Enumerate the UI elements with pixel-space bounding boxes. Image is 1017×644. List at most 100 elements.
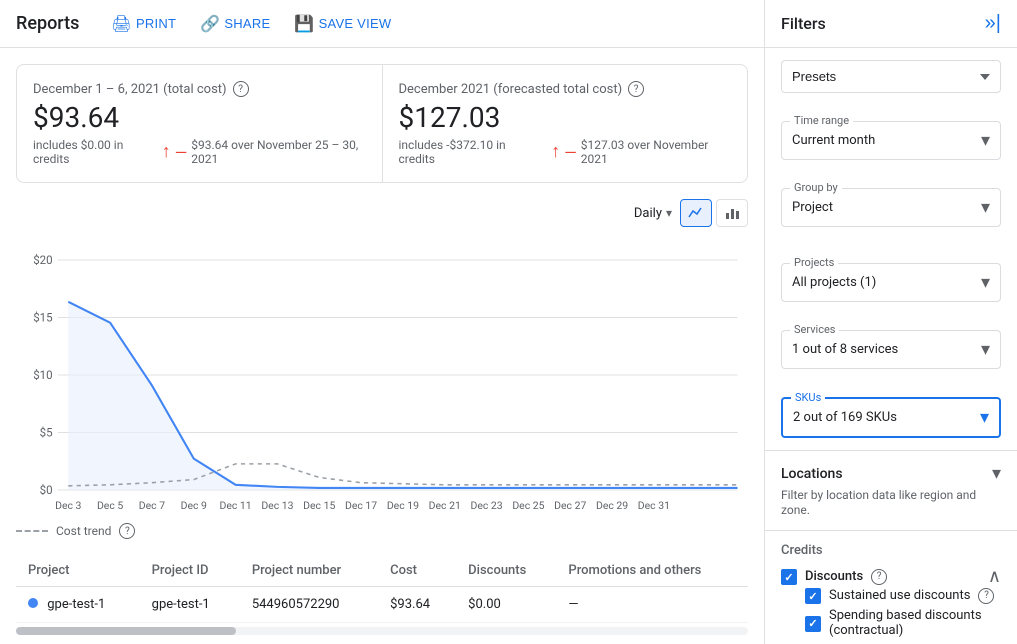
chart-container: $20 $15 $10 $5 $0 Dec 3 Dec 5 Dec 7 Dec … [16, 235, 748, 515]
discounts-header: Discounts ? ∧ [781, 566, 1001, 587]
chevron-down-group-icon: ▾ [981, 197, 990, 218]
bar-chart-button[interactable] [716, 199, 748, 227]
help-icon-sustained[interactable]: ? [978, 588, 994, 604]
chart-header: Daily ▾ [16, 199, 748, 227]
filter-group-by-section: Group by Project ▾ [765, 172, 1017, 239]
credits-title: Credits [781, 543, 1001, 558]
svg-text:Dec 15: Dec 15 [303, 499, 335, 512]
scrollbar-thumb [16, 627, 236, 635]
chevron-down-locations-icon: ▾ [992, 463, 1001, 484]
summary-card-title-actual: December 1 – 6, 2021 (total cost) ? [33, 81, 366, 97]
legend-label: Cost trend [56, 524, 111, 538]
table-header: Project Project ID Project number Cost D… [16, 555, 748, 587]
skus-value[interactable]: 2 out of 169 SKUs ▾ [783, 399, 999, 436]
filters-header: Filters »| [765, 0, 1017, 48]
svg-text:Dec 25: Dec 25 [512, 499, 544, 512]
time-range-label: Time range [790, 114, 853, 127]
discounts-label: Discounts [805, 569, 863, 584]
summary-card-title-forecast: December 2021 (forecasted total cost) ? [399, 81, 732, 97]
svg-text:Dec 7: Dec 7 [139, 499, 165, 512]
daily-select[interactable]: Daily ▾ [634, 206, 672, 221]
discounts-sub-rows: Sustained use discounts ? Spending based… [805, 587, 1001, 644]
line-chart-icon [688, 205, 704, 221]
chevron-down-icon: ▾ [666, 206, 672, 220]
collapse-discounts-icon[interactable]: ∧ [988, 566, 1001, 587]
svg-text:$15: $15 [33, 311, 53, 325]
svg-text:Dec 3: Dec 3 [55, 499, 81, 512]
filter-locations-section: Locations ▾ Filter by location data like… [765, 450, 1017, 530]
discounts-left: Discounts ? [781, 568, 887, 585]
help-icon-discounts[interactable]: ? [871, 569, 887, 585]
help-icon-chart[interactable]: ? [119, 523, 135, 539]
presets-select[interactable]: Presets [781, 60, 1001, 93]
cell-project: gpe-test-1 [16, 587, 140, 623]
print-icon: 🖨 [111, 14, 132, 34]
group-by-value[interactable]: Project ▾ [782, 189, 1000, 226]
locations-header[interactable]: Locations ▾ [781, 463, 1001, 484]
help-icon-actual[interactable]: ? [233, 81, 249, 97]
skus-label: SKUs [791, 391, 825, 404]
forecast-includes: includes -$372.10 in credits [399, 138, 540, 166]
time-range-group: Time range Current month ▾ [781, 121, 1001, 160]
page-title: Reports [16, 13, 79, 34]
time-range-value[interactable]: Current month ▾ [782, 122, 1000, 159]
line-chart-button[interactable] [680, 199, 712, 227]
col-project: Project [16, 555, 140, 587]
main-panel: Reports 🖨 PRINT 🔗 SHARE 💾 SAVE VIEW Dece… [0, 0, 765, 644]
col-promotions: Promotions and others [556, 555, 748, 587]
chevron-down-icon: ▾ [981, 130, 990, 151]
filter-credits-section: Credits Discounts ? ∧ Sustained use disc… [765, 530, 1017, 644]
save-view-button[interactable]: 💾 SAVE VIEW [286, 10, 399, 38]
group-by-label: Group by [790, 181, 842, 194]
svg-text:Dec 11: Dec 11 [220, 499, 252, 512]
help-icon-forecast[interactable]: ? [628, 81, 644, 97]
actual-change: ↑ — $93.64 over November 25 – 30, 2021 [162, 138, 366, 166]
filters-collapse-button[interactable]: »| [985, 12, 1001, 35]
svg-text:Dec 27: Dec 27 [554, 499, 586, 512]
data-table: Project Project ID Project number Cost D… [16, 555, 748, 623]
chevron-down-skus-icon: ▾ [980, 407, 989, 428]
discounts-checkbox[interactable] [781, 569, 797, 585]
sustained-use-label: Sustained use discounts [829, 588, 970, 603]
col-cost: Cost [378, 555, 456, 587]
svg-text:$10: $10 [33, 368, 52, 382]
summary-row: December 1 – 6, 2021 (total cost) ? $93.… [16, 64, 748, 183]
group-by-group: Group by Project ▾ [781, 188, 1001, 227]
svg-text:Dec 29: Dec 29 [596, 499, 628, 512]
skus-group: SKUs 2 out of 169 SKUs ▾ [781, 397, 1001, 438]
projects-value[interactable]: All projects (1) ▾ [782, 264, 1000, 301]
services-value[interactable]: 1 out of 8 services ▾ [782, 331, 1000, 368]
col-discounts: Discounts [456, 555, 556, 587]
filter-projects-section: Projects All projects (1) ▾ [765, 247, 1017, 314]
share-button[interactable]: 🔗 SHARE [192, 10, 278, 38]
top-bar: Reports 🖨 PRINT 🔗 SHARE 💾 SAVE VIEW [0, 0, 764, 48]
filter-services-section: Services 1 out of 8 services ▾ [765, 314, 1017, 381]
svg-text:Dec 17: Dec 17 [345, 499, 377, 512]
services-label: Services [790, 323, 839, 336]
filters-panel: Filters »| Presets Time range Current mo… [765, 0, 1017, 644]
actual-change-text: $93.64 over November 25 – 30, 2021 [191, 138, 365, 166]
table-row[interactable]: gpe-test-1 gpe-test-1 544960572290 $93.6… [16, 587, 748, 623]
cell-discounts: $0.00 [456, 587, 556, 623]
svg-text:$5: $5 [40, 426, 53, 440]
sustained-use-checkbox[interactable] [805, 588, 821, 604]
spending-based-checkbox[interactable] [805, 616, 821, 632]
chart-svg: $20 $15 $10 $5 $0 Dec 3 Dec 5 Dec 7 Dec … [16, 235, 748, 515]
filter-presets-section: Presets [765, 48, 1017, 105]
summary-card-forecast: December 2021 (forecasted total cost) ? … [383, 65, 748, 182]
print-button[interactable]: 🖨 PRINT [103, 10, 184, 38]
svg-text:Dec 13: Dec 13 [261, 499, 293, 512]
forecast-change: ↑ — $127.03 over November 2021 [551, 138, 731, 166]
cell-project-number: 544960572290 [240, 587, 378, 623]
svg-text:Dec 19: Dec 19 [387, 499, 419, 512]
cell-promotions: — [556, 587, 748, 623]
share-icon: 🔗 [200, 14, 220, 34]
table-body: gpe-test-1 gpe-test-1 544960572290 $93.6… [16, 587, 748, 623]
spending-based-row: Spending based discounts (contractual) [805, 608, 1001, 638]
services-group: Services 1 out of 8 services ▾ [781, 330, 1001, 369]
content-area: December 1 – 6, 2021 (total cost) ? $93.… [0, 48, 764, 644]
table-scrollbar[interactable] [16, 627, 748, 635]
actual-sub: includes $0.00 in credits ↑ — $93.64 ove… [33, 138, 366, 166]
svg-text:Dec 23: Dec 23 [470, 499, 502, 512]
legend-dashed-line [16, 530, 48, 532]
